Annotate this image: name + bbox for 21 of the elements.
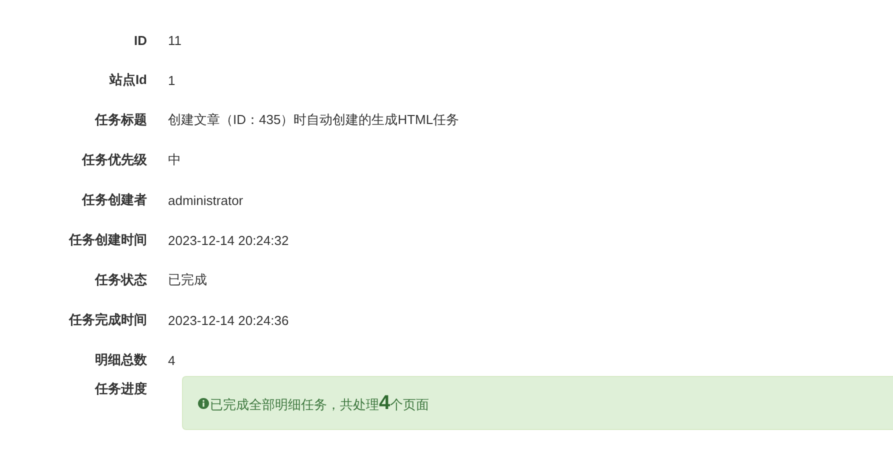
field-label: 任务优先级 [80,151,147,169]
field-value: 11 [168,32,182,48]
info-icon [198,398,209,408]
field-label: 站点Id [108,71,147,89]
field-label: 任务完成时间 [68,311,147,329]
alert-message: 已完成全部明细任务，共处理4个页面 [210,392,430,414]
field-value: 1 [168,72,176,88]
field-value: 中 [168,151,181,169]
field-label: 任务进度 [94,380,147,398]
field-value: 已完成 [168,271,207,289]
field-label: 任务标题 [94,111,147,129]
field-label: 任务创建者 [80,191,147,209]
field-value: 2023-12-14 20:24:36 [168,312,289,328]
field-label: ID [133,32,147,48]
field-value: 创建文章（ID：435）时自动创建的生成HTML任务 [168,111,460,129]
field-value: 4 [168,352,176,368]
field-value: administrator [168,192,244,208]
field-value: 2023-12-14 20:24:32 [168,232,289,248]
field-label: 任务状态 [94,271,147,289]
field-label: 明细总数 [94,351,147,369]
field-label: 任务创建时间 [68,231,147,249]
